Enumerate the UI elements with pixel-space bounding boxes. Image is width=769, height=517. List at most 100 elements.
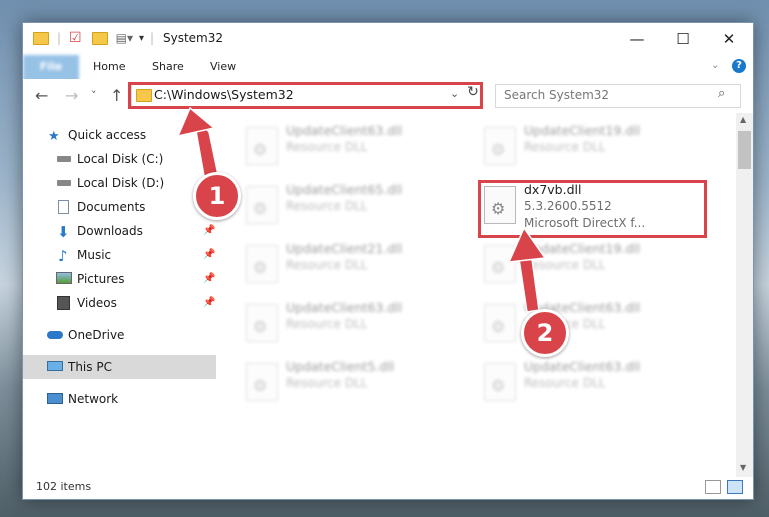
file-description: Resource DLL <box>524 376 606 390</box>
sidebar-item-onedrive[interactable]: OneDrive <box>23 323 216 347</box>
new-folder-icon[interactable] <box>91 31 108 45</box>
scroll-up-icon[interactable]: ▲ <box>740 115 746 124</box>
download-icon: ⬇ <box>57 223 70 241</box>
file-description: Resource DLL <box>524 140 606 154</box>
quick-access-toolbar: | ☑ ▤▾ ▾ | <box>33 30 154 46</box>
vertical-scrollbar[interactable]: ▲ ▼ <box>736 113 753 477</box>
file-description: Resource DLL <box>286 258 368 272</box>
file-item[interactable]: ⚙ UpdateClient63.dll Resource DLL <box>238 123 458 173</box>
dll-file-icon: ⚙ <box>484 245 516 283</box>
file-name: UpdateClient21.dll <box>286 241 403 256</box>
file-item[interactable]: ⚙ UpdateClient63.dll Resource DLL <box>476 300 696 350</box>
scroll-down-icon[interactable]: ▼ <box>740 463 746 472</box>
documents-icon <box>58 200 69 214</box>
gear-icon: ⚙ <box>253 199 268 218</box>
search-box[interactable]: Search System32 ⌕ <box>495 84 741 108</box>
tab-home[interactable]: Home <box>93 55 125 79</box>
videos-icon <box>57 296 70 310</box>
sidebar-item-local-disk-c[interactable]: Local Disk (C:) <box>23 147 216 171</box>
sidebar-item-quick-access[interactable]: ★ Quick access <box>23 123 216 147</box>
pin-icon[interactable]: 📌 <box>203 267 215 291</box>
sidebar-item-label: Downloads <box>77 224 143 238</box>
sidebar-item-label: Network <box>68 392 119 406</box>
folder-icon[interactable] <box>33 31 49 45</box>
pictures-icon <box>56 272 72 284</box>
file-item[interactable]: ⚙ UpdateClient5.dll Resource DLL <box>238 359 458 409</box>
file-name: UpdateClient63.dll <box>524 359 641 374</box>
sidebar-item-label: Local Disk (D:) <box>77 176 165 190</box>
title-bar: | ☑ ▤▾ ▾ | System32 — ☐ ✕ <box>23 23 753 55</box>
sidebar-item-label: OneDrive <box>68 328 125 342</box>
gear-icon: ⚙ <box>253 258 268 277</box>
sidebar-item-music[interactable]: ♪ Music 📌 <box>23 243 216 267</box>
dll-file-icon: ⚙ <box>484 304 516 342</box>
sidebar-item-label: Music <box>77 248 112 262</box>
scrollbar-thumb[interactable] <box>738 131 751 169</box>
recent-locations-button[interactable]: ˅ <box>91 89 97 102</box>
step-badge-2: 2 <box>521 309 569 357</box>
file-description: Resource DLL <box>286 317 368 331</box>
star-icon: ★ <box>48 129 60 144</box>
file-name: UpdateClient5.dll <box>286 359 395 374</box>
file-item[interactable]: ⚙ UpdateClient19.dll Resource DLL <box>476 241 696 291</box>
gear-icon: ⚙ <box>491 317 506 336</box>
back-button[interactable]: ← <box>35 86 48 105</box>
pin-icon[interactable]: 📌 <box>203 291 215 315</box>
forward-button[interactable]: → <box>65 86 78 105</box>
file-name: UpdateClient63.dll <box>286 123 403 138</box>
gear-icon: ⚙ <box>253 376 268 395</box>
pc-icon <box>47 361 63 371</box>
file-item[interactable]: ⚙ UpdateClient19.dll Resource DLL <box>476 123 696 173</box>
sidebar-item-documents[interactable]: Documents <box>23 195 216 219</box>
details-view-icon[interactable] <box>705 480 721 494</box>
sidebar-item-label: This PC <box>68 360 112 374</box>
large-icons-view-icon[interactable] <box>727 480 743 494</box>
customize-toolbar-icon[interactable]: ▤▾ <box>116 31 133 45</box>
gear-icon: ⚙ <box>491 376 506 395</box>
dll-file-icon: ⚙ <box>246 245 278 283</box>
pin-icon[interactable]: 📌 <box>203 219 215 243</box>
dll-file-icon: ⚙ <box>484 363 516 401</box>
properties-icon[interactable]: ☑ <box>69 30 82 46</box>
dll-file-icon: ⚙ <box>246 304 278 342</box>
sidebar-item-downloads[interactable]: ⬇ Downloads 📌 <box>23 219 216 243</box>
sidebar-item-pictures[interactable]: Pictures 📌 <box>23 267 216 291</box>
sidebar-item-this-pc[interactable]: This PC <box>23 355 216 379</box>
help-icon[interactable]: ? <box>732 59 746 73</box>
file-item[interactable]: ⚙ UpdateClient65.dll Resource DLL <box>238 182 458 232</box>
step-badge-1: 1 <box>193 172 241 220</box>
search-icon[interactable]: ⌕ <box>718 86 725 101</box>
cloud-icon <box>47 331 63 339</box>
sidebar-item-videos[interactable]: Videos 📌 <box>23 291 216 315</box>
maximize-button[interactable]: ☐ <box>660 23 706 55</box>
up-button[interactable]: ↑ <box>110 86 123 105</box>
address-highlight-box <box>128 82 483 109</box>
tab-view[interactable]: View <box>210 55 236 79</box>
pin-icon[interactable]: 📌 <box>203 243 215 267</box>
dll-file-icon: ⚙ <box>484 127 516 165</box>
file-name: UpdateClient65.dll <box>286 182 403 197</box>
search-placeholder: Search System32 <box>504 88 610 102</box>
tab-share[interactable]: Share <box>152 55 184 79</box>
expand-ribbon-icon[interactable]: ⌄ <box>711 60 719 71</box>
sidebar-item-label: Videos <box>77 296 117 310</box>
sidebar-item-label: Quick access <box>68 128 147 142</box>
minimize-button[interactable]: — <box>614 23 660 55</box>
sidebar-item-local-disk-d[interactable]: Local Disk (D:) <box>23 171 216 195</box>
sidebar-item-network[interactable]: Network <box>23 387 216 411</box>
sidebar-item-label: Local Disk (C:) <box>77 152 164 166</box>
drive-icon <box>57 156 71 162</box>
gear-icon: ⚙ <box>491 140 506 159</box>
music-icon: ♪ <box>58 247 68 265</box>
status-bar: 102 items <box>23 477 753 499</box>
close-button[interactable]: ✕ <box>706 23 752 55</box>
dropdown-icon[interactable]: ▾ <box>139 33 144 44</box>
sidebar-item-label: Pictures <box>77 272 125 286</box>
file-item[interactable]: ⚙ UpdateClient63.dll Resource DLL <box>238 300 458 350</box>
dll-file-icon: ⚙ <box>246 363 278 401</box>
file-item[interactable]: ⚙ UpdateClient63.dll Resource DLL <box>476 359 696 409</box>
network-icon <box>47 393 63 404</box>
navigation-pane: ★ Quick access Local Disk (C:) Local Dis… <box>23 113 216 473</box>
file-item[interactable]: ⚙ UpdateClient21.dll Resource DLL <box>238 241 458 291</box>
file-description: Resource DLL <box>524 258 606 272</box>
